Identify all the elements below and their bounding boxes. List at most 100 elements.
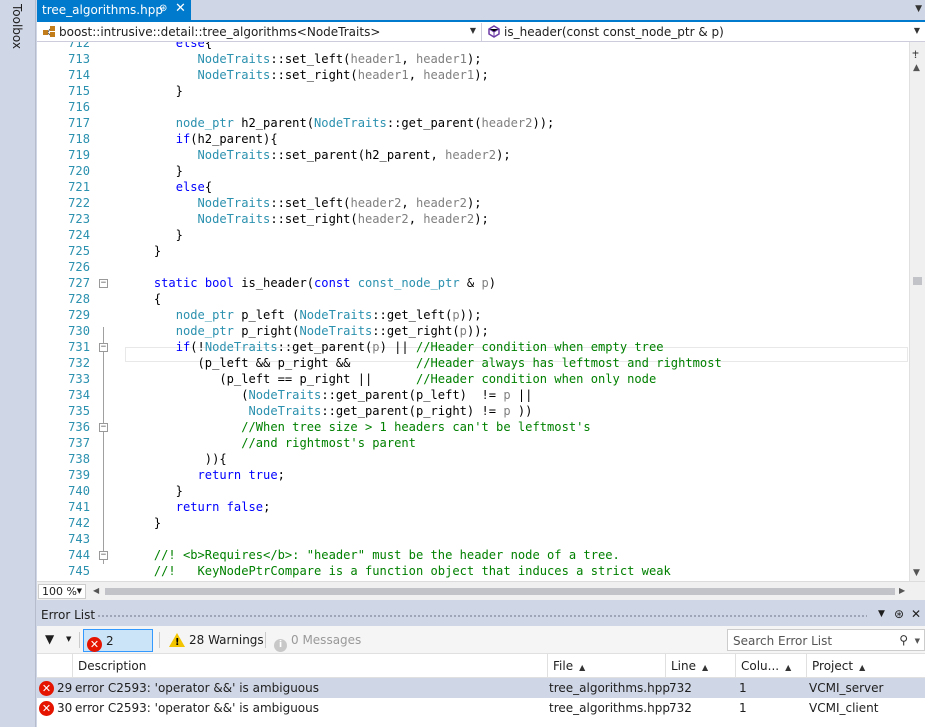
document-tab-title: tree_algorithms.hpp bbox=[42, 3, 163, 17]
search-icon[interactable]: ⚲ bbox=[899, 633, 908, 647]
column-column[interactable]: Colu... ▲ bbox=[735, 654, 806, 678]
warnings-count-label: 28 Warnings bbox=[189, 633, 264, 647]
column-column-label: Colu... bbox=[741, 659, 780, 673]
chevron-down-icon[interactable]: ▼ bbox=[66, 635, 71, 643]
error-list-search-input[interactable]: Search Error List ⚲ ▼ bbox=[727, 629, 925, 651]
close-icon[interactable]: ✕ bbox=[911, 607, 921, 621]
code-line[interactable]: 729 node_ptr p_left (NodeTraits::get_lef… bbox=[37, 307, 909, 323]
code-line[interactable]: 712 else{ bbox=[37, 42, 909, 51]
code-line[interactable]: 721 else{ bbox=[37, 179, 909, 195]
code-line[interactable]: 744− //! <b>Requires</b>: "header" must … bbox=[37, 547, 909, 563]
code-line[interactable]: 725 } bbox=[37, 243, 909, 259]
table-row[interactable]: ✕ 30 error C2593: 'operator &&' is ambig… bbox=[37, 698, 925, 718]
code-line[interactable]: 713 NodeTraits::set_left(header1, header… bbox=[37, 51, 909, 67]
pin-icon[interactable]: ⊛ bbox=[159, 3, 167, 14]
chevron-down-icon[interactable]: ▼ bbox=[915, 4, 922, 14]
scope-dropdown[interactable]: boost::intrusive::detail::tree_algorithm… bbox=[37, 23, 482, 41]
pin-icon[interactable]: ⊛ bbox=[894, 607, 904, 621]
warning-icon: ! bbox=[169, 633, 185, 648]
code-line[interactable]: 745 //! KeyNodePtrCompare is a function … bbox=[37, 563, 909, 579]
code-line[interactable]: 739 return true; bbox=[37, 467, 909, 483]
code-text: (p_left == p_right || //Header condition… bbox=[132, 372, 657, 386]
split-icon[interactable]: ⨥ bbox=[912, 45, 919, 60]
code-text: } bbox=[132, 516, 162, 530]
chevron-down-icon[interactable]: ▼ bbox=[915, 637, 920, 645]
error-icon: ✕ bbox=[87, 637, 102, 652]
close-icon[interactable]: ✕ bbox=[175, 1, 186, 16]
code-line[interactable]: 724 } bbox=[37, 227, 909, 243]
code-line[interactable]: 718 if(h2_parent){ bbox=[37, 131, 909, 147]
code-line[interactable]: 730 node_ptr p_right(NodeTraits::get_rig… bbox=[37, 323, 909, 339]
column-description[interactable]: Description bbox=[72, 654, 547, 678]
chevron-down-icon: ▼ bbox=[469, 26, 476, 35]
error-line: 732 bbox=[669, 681, 692, 695]
zoom-level: 100 % bbox=[42, 585, 77, 598]
code-line[interactable]: 727− static bool is_header(const const_n… bbox=[37, 275, 909, 291]
code-line[interactable]: 732 (p_left && p_right && //Header alway… bbox=[37, 355, 909, 371]
collapse-icon[interactable]: − bbox=[97, 339, 109, 355]
code-line[interactable]: 719 NodeTraits::set_parent(h2_parent, he… bbox=[37, 147, 909, 163]
scroll-up-icon[interactable]: ▲ bbox=[913, 63, 920, 73]
code-line[interactable]: 731− if(!NodeTraits::get_parent(p) || //… bbox=[37, 339, 909, 355]
collapse-icon[interactable]: − bbox=[97, 419, 109, 435]
code-line[interactable]: 716 bbox=[37, 99, 909, 115]
line-number: 731 bbox=[68, 340, 90, 354]
table-row[interactable]: ✕ 29 error C2593: 'operator &&' is ambig… bbox=[37, 678, 925, 698]
code-line[interactable]: 737 //and rightmost's parent bbox=[37, 435, 909, 451]
code-line[interactable]: 735 NodeTraits::get_parent(p_right) != p… bbox=[37, 403, 909, 419]
code-text: (NodeTraits::get_parent(p_left) != p || bbox=[132, 388, 533, 402]
sort-up-icon: ▲ bbox=[785, 663, 792, 672]
column-file[interactable]: File ▲ bbox=[547, 654, 665, 678]
column-file-label: File bbox=[553, 659, 574, 673]
error-line: 732 bbox=[669, 701, 692, 715]
messages-count-label: 0 Messages bbox=[291, 633, 362, 647]
code-line[interactable]: 728 { bbox=[37, 291, 909, 307]
scroll-down-icon[interactable]: ▼ bbox=[913, 568, 920, 578]
line-number: 712 bbox=[68, 42, 90, 50]
code-line[interactable]: 726 bbox=[37, 259, 909, 275]
code-text: //When tree size > 1 headers can't be le… bbox=[241, 420, 591, 434]
scroll-left-icon[interactable]: ◀ bbox=[93, 586, 99, 595]
code-line[interactable]: 723 NodeTraits::set_right(header2, heade… bbox=[37, 211, 909, 227]
scope-label: boost::intrusive::detail::tree_algorithm… bbox=[59, 25, 381, 39]
code-editor[interactable]: 712 else{713 NodeTraits::set_left(header… bbox=[37, 42, 909, 581]
warnings-filter-button[interactable]: ! 28 Warnings bbox=[165, 629, 264, 652]
chevron-down-icon[interactable]: ▼ bbox=[878, 609, 885, 619]
messages-filter-button[interactable]: i 0 Messages bbox=[270, 629, 361, 652]
code-line[interactable]: 741 return false; bbox=[37, 499, 909, 515]
code-line[interactable]: 714 NodeTraits::set_right(header1, heade… bbox=[37, 67, 909, 83]
collapse-icon[interactable]: − bbox=[97, 275, 109, 291]
errors-filter-button[interactable]: ✕2 Errors bbox=[83, 629, 153, 666]
column-project-label: Project bbox=[812, 659, 854, 673]
code-line[interactable]: 738 )){ bbox=[37, 451, 909, 467]
code-line[interactable]: 743 bbox=[37, 531, 909, 547]
code-line[interactable]: 720 } bbox=[37, 163, 909, 179]
titlebar-grip[interactable] bbox=[97, 614, 867, 618]
code-text: //and rightmost's parent bbox=[241, 436, 416, 450]
vertical-scrollbar[interactable]: ⨥ ▲ ▼ bbox=[909, 42, 925, 581]
toolbox-label[interactable]: Toolbox bbox=[10, 4, 24, 49]
zoom-dropdown[interactable]: 100 % ▼ bbox=[38, 584, 86, 599]
code-line[interactable]: 733 (p_left == p_right || //Header condi… bbox=[37, 371, 909, 387]
line-number: 713 bbox=[68, 52, 90, 66]
filter-icon[interactable]: ▼ bbox=[45, 632, 54, 646]
horizontal-scroll-thumb[interactable] bbox=[105, 588, 895, 595]
chevron-down-icon: ▼ bbox=[913, 26, 920, 35]
collapse-icon[interactable]: − bbox=[97, 547, 109, 563]
code-line[interactable]: 740 } bbox=[37, 483, 909, 499]
code-line[interactable]: 717 node_ptr h2_parent(NodeTraits::get_p… bbox=[37, 115, 909, 131]
scroll-right-icon[interactable]: ▶ bbox=[899, 586, 905, 595]
code-line[interactable]: 742 } bbox=[37, 515, 909, 531]
column-line[interactable]: Line ▲ bbox=[665, 654, 735, 678]
code-line[interactable]: 734 (NodeTraits::get_parent(p_left) != p… bbox=[37, 387, 909, 403]
line-number: 722 bbox=[68, 196, 90, 210]
toolbox-panel[interactable]: Toolbox bbox=[0, 0, 36, 727]
code-line[interactable]: 736− //When tree size > 1 headers can't … bbox=[37, 419, 909, 435]
scroll-thumb[interactable] bbox=[913, 277, 922, 285]
code-line[interactable]: 722 NodeTraits::set_left(header2, header… bbox=[37, 195, 909, 211]
member-dropdown[interactable]: is_header(const const_node_ptr & p) ▼ bbox=[482, 23, 925, 41]
document-tab[interactable]: tree_algorithms.hpp ⊛ ✕ bbox=[37, 0, 191, 22]
code-text: } bbox=[132, 164, 183, 178]
column-project[interactable]: Project ▲ bbox=[806, 654, 925, 678]
code-line[interactable]: 715 } bbox=[37, 83, 909, 99]
